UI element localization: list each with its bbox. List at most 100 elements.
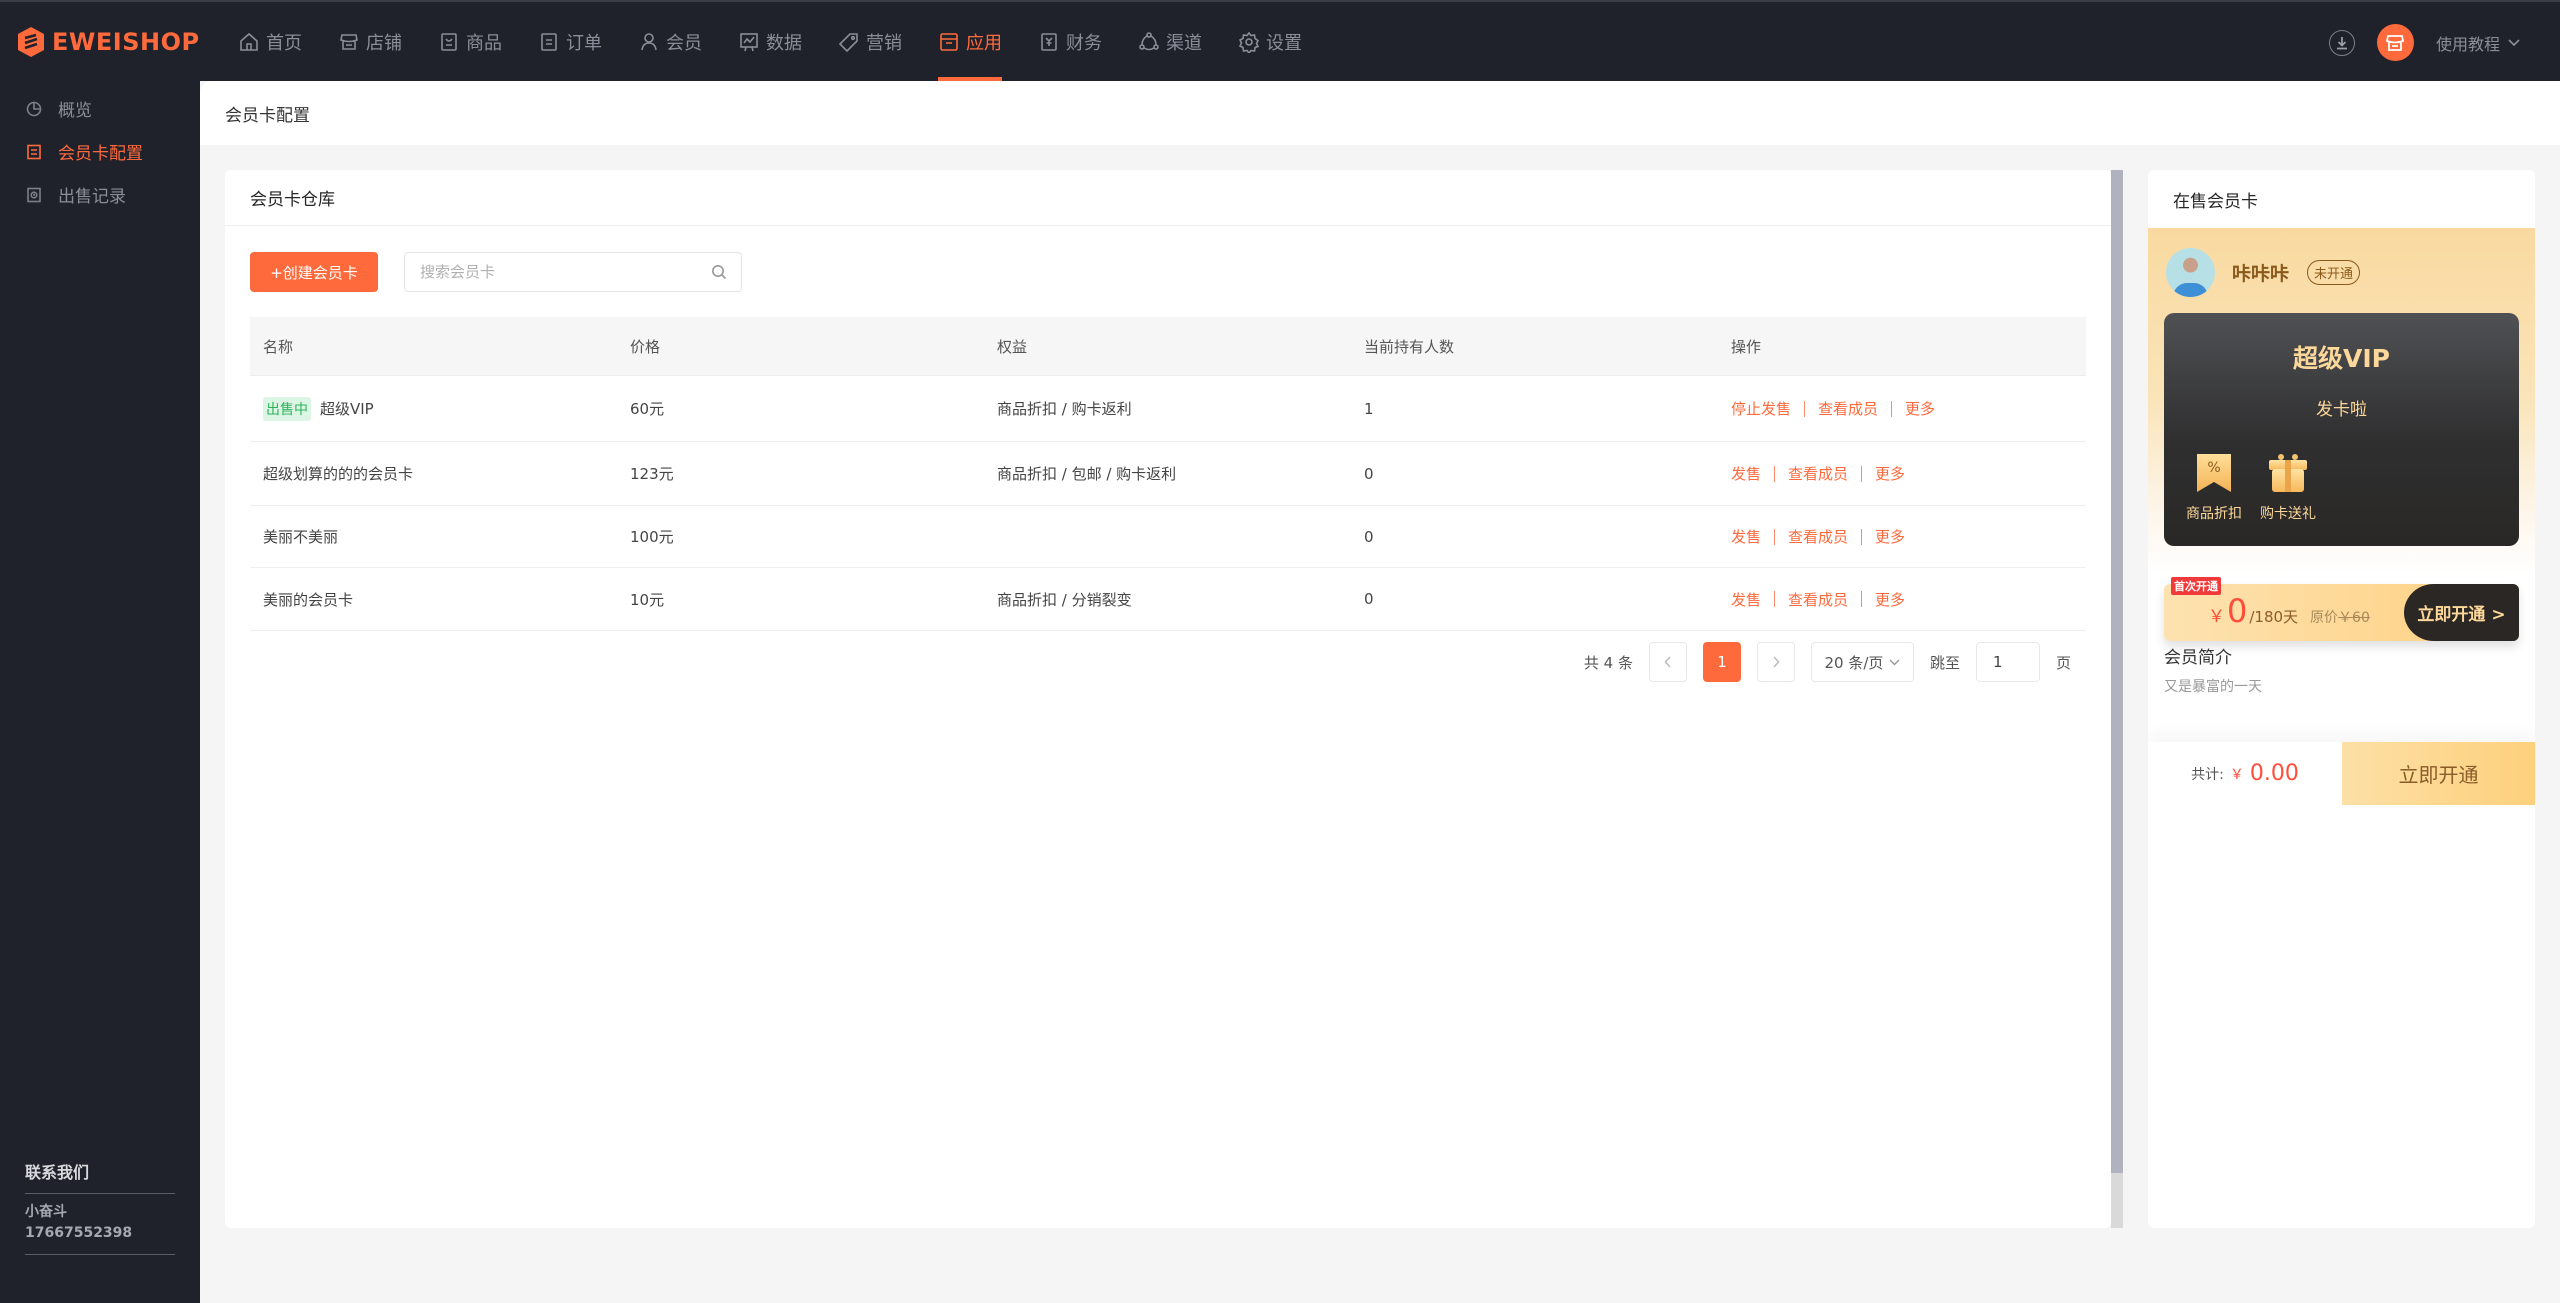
page-size-select[interactable]: 20 条/页 <box>1810 642 1914 682</box>
chart-icon <box>740 32 758 51</box>
divider <box>1891 400 1893 417</box>
more-link[interactable]: 更多 <box>1905 398 1935 419</box>
column-header-benefits: 权益 <box>997 337 1028 356</box>
sidebar-item-overview[interactable]: 概览 <box>0 87 200 130</box>
benefit-item: % 商品折扣 <box>2186 451 2242 523</box>
search-box <box>404 252 742 292</box>
card-price: 100元 <box>630 528 674 546</box>
tutorial-label: 使用教程 <box>2435 34 2500 54</box>
user-info: 咔咔咔 未开通 <box>2166 248 2361 297</box>
card-warehouse-panel: 会员卡仓库 +创建会员卡 名称 价格 权益 当前持有人数 操作 出售中超级VIP… <box>225 170 2111 1228</box>
nav-item-apps[interactable]: 应用 <box>938 2 1002 81</box>
divider <box>1774 591 1776 607</box>
tutorial-dropdown[interactable]: 使用教程 <box>2436 31 2520 55</box>
more-link[interactable]: 更多 <box>1875 526 1905 547</box>
brand-logo[interactable]: EWEISHOP <box>16 26 200 58</box>
store-icon <box>2386 34 2405 51</box>
total-price: 共计: ￥ 0.00 <box>2148 742 2342 805</box>
open-now-button[interactable]: 立即开通 > <box>2404 584 2519 641</box>
start-sale-link[interactable]: 发售 <box>1731 526 1761 547</box>
intro-text: 又是暴富的一天 <box>2164 679 2262 695</box>
more-link[interactable]: 更多 <box>1875 589 1905 610</box>
page-button-current[interactable]: 1 <box>1702 642 1741 682</box>
stop-sale-link[interactable]: 停止发售 <box>1731 398 1791 419</box>
jump-page-input[interactable] <box>1975 642 2040 682</box>
nav-item-marketing[interactable]: 营销 <box>838 2 902 81</box>
shop-avatar[interactable] <box>2376 24 2414 61</box>
divider <box>1804 400 1806 417</box>
nav-item-store[interactable]: 店铺 <box>338 2 402 81</box>
download-button[interactable] <box>2328 29 2355 56</box>
scrollbar[interactable] <box>2111 170 2123 1228</box>
checkout-open-button[interactable]: 立即开通 <box>2342 742 2535 805</box>
status-badge: 出售中 <box>263 396 311 421</box>
view-members-link[interactable]: 查看成员 <box>1788 463 1848 484</box>
card-name: 超级划算的的的会员卡 <box>263 465 414 483</box>
nav-item-goods[interactable]: 商品 <box>438 2 502 81</box>
total-count: 共 4 条 <box>1583 653 1633 672</box>
total-value: 0.00 <box>2249 761 2299 786</box>
divider <box>1861 528 1863 545</box>
offer-period: /180天 <box>2249 608 2299 626</box>
intro-title: 会员简介 <box>2164 648 2232 668</box>
nav-item-channels[interactable]: 渠道 <box>1138 2 1202 81</box>
panel-title: 在售会员卡 <box>2173 191 2258 212</box>
gear-icon <box>1238 31 1260 53</box>
scrollbar-thumb[interactable] <box>2111 170 2123 1173</box>
card-benefits: 商品折扣 / 包邮 / 购卡返利 <box>997 465 1177 483</box>
create-card-button[interactable]: +创建会员卡 <box>250 252 378 292</box>
benefit-item: 购卡送礼 <box>2260 451 2316 523</box>
channel-icon <box>1139 31 1159 50</box>
nav-label: 渠道 <box>1166 32 1202 54</box>
nav-label: 会员 <box>666 32 702 54</box>
nav-item-members[interactable]: 会员 <box>638 2 702 81</box>
chevron-down-icon <box>2508 38 2520 46</box>
sidebar: 概览 会员卡配置 出售记录 联系我们 小奋斗 17667552398 <box>0 81 200 1303</box>
sidebar-item-label: 会员卡配置 <box>58 144 143 164</box>
sidebar-item-sales-records[interactable]: 出售记录 <box>0 173 200 216</box>
search-input[interactable] <box>420 263 711 281</box>
table-header: 名称 价格 权益 当前持有人数 操作 <box>250 317 2086 376</box>
view-members-link[interactable]: 查看成员 <box>1788 526 1848 547</box>
nav-item-settings[interactable]: 设置 <box>1238 2 1302 81</box>
original-price: 原价￥60 <box>2310 607 2370 627</box>
view-members-link[interactable]: 查看成员 <box>1818 398 1878 419</box>
nav-label: 应用 <box>966 32 1002 54</box>
panel-title: 会员卡仓库 <box>225 170 2111 226</box>
nav-item-data[interactable]: 数据 <box>738 2 802 81</box>
nav-label: 营销 <box>866 32 902 54</box>
logo-icon <box>18 27 44 57</box>
page-header: 会员卡配置 <box>200 81 2560 145</box>
divider <box>1774 465 1776 482</box>
view-members-link[interactable]: 查看成员 <box>1788 589 1848 610</box>
more-link[interactable]: 更多 <box>1875 463 1905 484</box>
prev-page-button[interactable] <box>1648 642 1687 682</box>
table-row: 出售中 超级VIP 60元 商品折扣 / 购卡返利 1 停止发售 查看成员 更多 <box>250 376 2086 442</box>
card-table: 名称 价格 权益 当前持有人数 操作 出售中 超级VIP 60元 商品折扣 / 购… <box>250 317 2086 631</box>
nav-item-home[interactable]: 首页 <box>238 2 302 81</box>
start-sale-link[interactable]: 发售 <box>1731 463 1761 484</box>
box-icon <box>940 32 958 51</box>
card-holders: 0 <box>1364 590 1374 608</box>
goods-icon <box>441 32 457 51</box>
sidebar-item-card-config[interactable]: 会员卡配置 <box>0 130 200 173</box>
nav-label: 店铺 <box>366 32 402 54</box>
total-label: 共计: <box>2191 766 2224 783</box>
sidebar-item-label: 概览 <box>58 101 92 121</box>
nav-item-orders[interactable]: 订单 <box>538 2 602 81</box>
currency-symbol: ￥ <box>2208 607 2225 627</box>
benefit-list: % 商品折扣 购卡送礼 <box>2186 451 2316 523</box>
page-size-label: 20 条/页 <box>1824 653 1884 672</box>
next-page-button[interactable] <box>1756 642 1795 682</box>
contact-section: 联系我们 小奋斗 17667552398 <box>25 1159 175 1255</box>
nav-item-finance[interactable]: 财务 <box>1038 2 1102 81</box>
column-header-name: 名称 <box>263 337 294 356</box>
page-title: 会员卡配置 <box>225 105 310 126</box>
pie-icon <box>26 101 42 116</box>
divider <box>1774 528 1776 545</box>
search-icon[interactable] <box>711 264 727 280</box>
order-icon <box>541 32 557 51</box>
start-sale-link[interactable]: 发售 <box>1731 589 1761 610</box>
store-icon <box>340 33 358 50</box>
column-header-price: 价格 <box>630 337 661 356</box>
